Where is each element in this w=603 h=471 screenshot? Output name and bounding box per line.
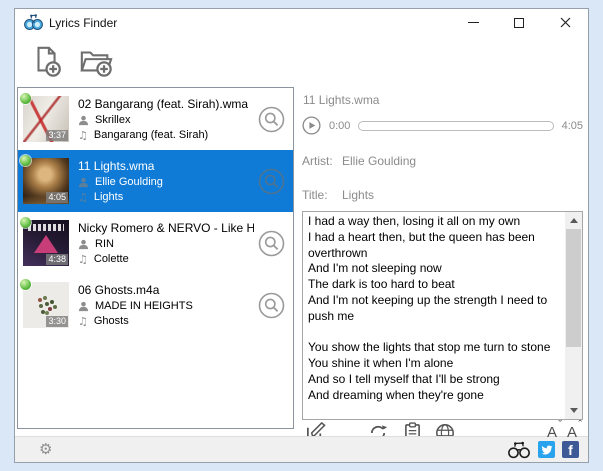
scroll-up-icon — [569, 218, 578, 223]
search-lyrics-button[interactable] — [258, 168, 285, 195]
close-icon — [560, 17, 570, 28]
details-panel: 11 Lights.wma 0:00 4:05 Artist: Ellie Go… — [299, 87, 585, 442]
caret-down-icon: ˇ — [558, 419, 562, 431]
minimize-button[interactable] — [450, 9, 496, 36]
track-row-bangarang[interactable]: 3:37 02 Bangarang (feat. Sirah).wma Skri… — [18, 88, 293, 150]
caret-up-icon: ˆ — [578, 419, 582, 431]
facebook-f-icon: f — [568, 442, 573, 458]
maximize-button[interactable] — [496, 9, 542, 36]
scroll-down-icon — [569, 408, 578, 413]
add-file-button[interactable] — [28, 43, 65, 80]
main-toolbar — [15, 36, 588, 86]
lyrics-editor[interactable]: I had a way then, losing it all on my ow… — [302, 211, 583, 420]
track-artist: MADE IN HEIGHTS — [95, 300, 193, 312]
titlebar: Lyrics Finder — [15, 9, 588, 36]
scroll-track[interactable] — [565, 229, 582, 402]
song-icon: ♫ — [78, 252, 88, 266]
play-button[interactable] — [302, 116, 321, 135]
search-lyrics-button[interactable] — [258, 292, 285, 319]
track-row-lights[interactable]: 4:05 11 Lights.wma Ellie Goulding ♫ Ligh… — [18, 150, 293, 212]
lyrics-text[interactable]: I had a way then, losing it all on my ow… — [303, 212, 565, 419]
album-art: 4:38 — [20, 217, 69, 266]
scroll-up-button[interactable] — [565, 212, 582, 229]
title-value[interactable]: Lights — [342, 188, 374, 202]
track-song: Ghosts — [93, 315, 129, 327]
facebook-button[interactable]: f — [562, 441, 579, 458]
album-art: 3:37 — [20, 93, 69, 142]
main-content: 3:37 02 Bangarang (feat. Sirah).wma Skri… — [15, 86, 588, 442]
track-row-ghosts[interactable]: 3:30 06 Ghosts.m4a MADE IN HEIGHTS ♫ Gho… — [18, 274, 293, 336]
track-filename: Nicky Romero & NERVO - Like Ho... — [78, 221, 254, 235]
font-decrease-button[interactable]: Aˇ — [547, 419, 562, 440]
artist-icon — [78, 177, 89, 187]
song-icon: ♫ — [78, 190, 88, 204]
track-filename: 06 Ghosts.m4a — [78, 283, 160, 297]
add-folder-icon — [79, 51, 113, 77]
elapsed-time: 0:00 — [329, 119, 351, 132]
twitter-button[interactable] — [538, 441, 555, 458]
album-art: 3:30 — [20, 279, 69, 328]
lyrics-found-dot-icon — [20, 93, 31, 104]
lyrics-found-dot-icon — [20, 217, 31, 228]
now-playing-filename: 11 Lights.wma — [303, 93, 380, 107]
duration-badge: 3:37 — [46, 130, 68, 141]
add-folder-button[interactable] — [77, 43, 114, 80]
total-time: 4:05 — [561, 119, 583, 132]
search-lyrics-button[interactable] — [258, 230, 285, 257]
track-song: Colette — [93, 253, 129, 265]
artist-label: Artist: — [302, 154, 333, 168]
artist-icon — [78, 301, 89, 311]
song-icon: ♫ — [78, 314, 88, 328]
app-logo-icon[interactable] — [24, 14, 43, 31]
lyrics-found-dot-icon — [20, 155, 31, 166]
search-lyrics-button[interactable] — [258, 106, 285, 133]
lyrics-found-dot-icon — [20, 279, 31, 290]
track-list: 3:37 02 Bangarang (feat. Sirah).wma Skri… — [17, 87, 294, 429]
artist-icon — [78, 115, 89, 125]
progress-bar[interactable] — [358, 120, 554, 131]
settings-button[interactable]: ⚙ — [39, 442, 52, 457]
duration-badge: 4:05 — [46, 192, 68, 203]
window-title: Lyrics Finder — [49, 15, 118, 30]
font-increase-button[interactable]: Aˆ — [567, 419, 582, 440]
player-controls: 0:00 4:05 — [302, 116, 583, 135]
scroll-thumb[interactable] — [566, 229, 581, 347]
track-filename: 02 Bangarang (feat. Sirah).wma — [78, 97, 249, 111]
add-file-icon — [36, 46, 61, 77]
twitter-bird-icon — [541, 445, 552, 455]
track-filename: 11 Lights.wma — [78, 159, 155, 173]
title-label: Title: — [302, 188, 328, 202]
app-window: Lyrics Finder 3:37 02 Bangarang (feat. S… — [14, 8, 589, 463]
duration-badge: 4:38 — [46, 254, 68, 265]
close-button[interactable] — [542, 9, 588, 36]
track-artist: RIN — [95, 238, 114, 250]
scroll-down-button[interactable] — [565, 402, 582, 419]
track-artist: Skrillex — [95, 114, 131, 126]
artist-value[interactable]: Ellie Goulding — [342, 154, 416, 168]
app-binoculars-icon[interactable] — [507, 441, 531, 459]
album-art: 4:05 — [20, 155, 69, 204]
minimize-icon — [467, 22, 479, 23]
track-song: Bangarang (feat. Sirah) — [93, 129, 209, 141]
lyrics-scrollbar[interactable] — [565, 212, 582, 419]
maximize-icon — [514, 17, 524, 28]
track-artist: Ellie Goulding — [95, 176, 163, 188]
track-song: Lights — [93, 191, 124, 203]
track-row-like-home[interactable]: 4:38 Nicky Romero & NERVO - Like Ho... R… — [18, 212, 293, 274]
status-bar: ⚙ f — [15, 436, 588, 462]
duration-badge: 3:30 — [46, 316, 68, 327]
artist-icon — [78, 239, 89, 249]
song-icon: ♫ — [78, 128, 88, 142]
